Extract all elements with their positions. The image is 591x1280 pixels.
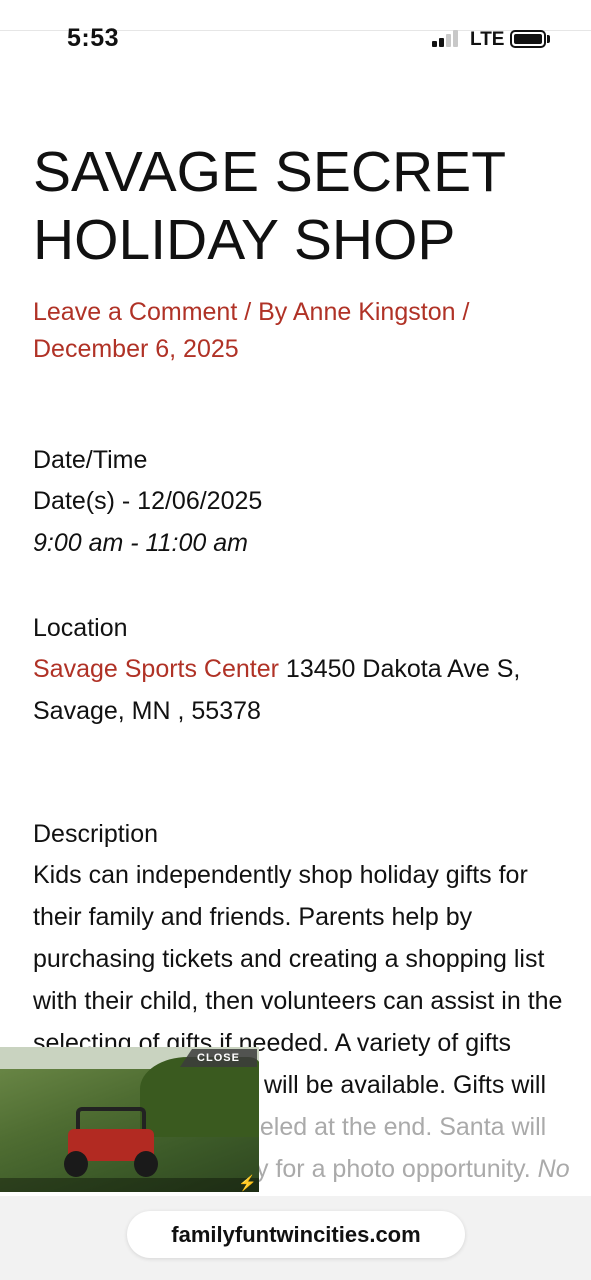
meta-separator: / [455,298,470,326]
description-line: purchasing tickets and creating a shoppi… [33,945,545,973]
by-prefix: By [258,298,293,326]
video-caption-strip [0,1178,259,1192]
status-bar: 5:53 LTE [0,0,591,60]
description-partial: y for a photo opportunity. [256,1155,531,1183]
address-bar[interactable]: familyfuntwincities.com [127,1211,465,1258]
video-trees [140,1057,259,1137]
venue-link[interactable]: Savage Sports Center [33,655,279,683]
location-label: Location [33,614,128,642]
location-address: Savage Sports Center 13450 Dakota Ave S,… [33,648,591,732]
address-line2: Savage, MN , 55378 [33,697,261,725]
page-title: SAVAGE SECRET HOLIDAY SHOP [33,140,505,272]
description-partial-italic: No [530,1155,570,1183]
location-section: Location Savage Sports Center 13450 Dako… [33,608,591,732]
video-ad[interactable] [0,1047,259,1192]
author-link[interactable]: Anne Kingston [293,298,456,326]
lightning-icon: ⚡ [238,1175,257,1192]
datetime-label: Date/Time [33,446,148,474]
event-dates: Date(s) - 12/06/2025 [33,487,263,515]
status-time: 5:53 [67,24,120,52]
battery-tip [547,35,550,43]
network-type: LTE [470,29,505,50]
description-label: Description [33,820,159,848]
description-line: their family and friends. Parents help b… [33,903,473,931]
event-time: 9:00 am - 11:00 am [33,529,248,557]
post-meta: Leave a Comment / By Anne Kingston / Dec… [33,294,563,368]
leave-comment-link[interactable]: Leave a Comment [33,298,237,326]
close-ad-button[interactable]: CLOSE [180,1049,257,1067]
meta-separator: / [237,298,259,326]
post-date-link[interactable]: December 6, 2025 [33,335,239,363]
address-line1: 13450 Dakota Ave S, [278,655,521,683]
article: SAVAGE SECRET HOLIDAY SHOP Leave a Comme… [33,138,591,1190]
datetime-section: Date/Time Date(s) - 12/06/2025 9:00 am -… [33,440,591,564]
utv-vehicle-image [64,1107,158,1177]
description-line: with their child, then volunteers can as… [33,987,563,1015]
description-line: Kids can independently shop holiday gift… [33,861,528,889]
battery-icon [510,30,546,48]
signal-icon [432,30,462,47]
